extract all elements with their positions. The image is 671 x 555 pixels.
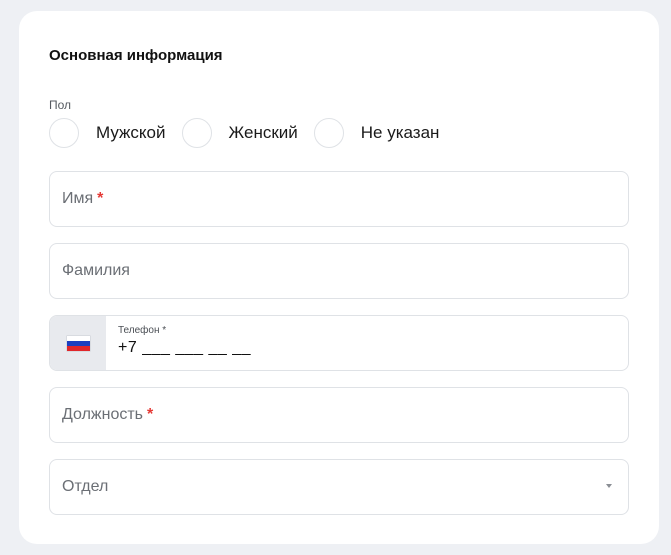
gender-option-female[interactable]: Женский [181, 118, 298, 148]
phone-input[interactable]: +7 ___ ___ __ __ [118, 339, 251, 357]
first-name-placeholder: Имя * [62, 190, 104, 207]
gender-label: Пол [49, 98, 72, 112]
position-placeholder: Должность * [62, 406, 154, 423]
required-mark: * [97, 190, 104, 207]
gender-option-unspecified[interactable]: Не указан [313, 118, 440, 148]
radio-unspecified-label: Не указан [360, 123, 440, 142]
required-mark: * [147, 406, 154, 423]
russia-flag-icon [66, 335, 90, 351]
radio-male-label: Мужской [96, 123, 166, 142]
gender-radio-group: Мужской Женский Не указан [49, 117, 439, 149]
gender-option-male[interactable]: Мужской [49, 118, 166, 148]
chevron-down-icon[interactable] [606, 484, 612, 488]
department-placeholder: Отдел [62, 478, 109, 495]
basic-info-card: Основная информация Пол Мужской Женский … [19, 11, 659, 544]
position-field[interactable]: Должность * [49, 387, 629, 443]
radio-unspecified[interactable] [313, 118, 344, 148]
department-select[interactable]: Отдел [49, 459, 629, 515]
last-name-field[interactable]: Фамилия [49, 243, 629, 299]
phone-field[interactable]: Телефон * +7 ___ ___ __ __ [49, 315, 629, 371]
phone-label: Телефон * [118, 325, 167, 336]
radio-male[interactable] [49, 118, 79, 148]
first-name-field[interactable]: Имя * [49, 171, 629, 227]
section-title: Основная информация [49, 47, 223, 64]
last-name-placeholder: Фамилия [62, 262, 130, 279]
country-selector[interactable] [50, 316, 106, 370]
radio-female[interactable] [181, 118, 212, 148]
radio-female-label: Женский [228, 123, 298, 142]
